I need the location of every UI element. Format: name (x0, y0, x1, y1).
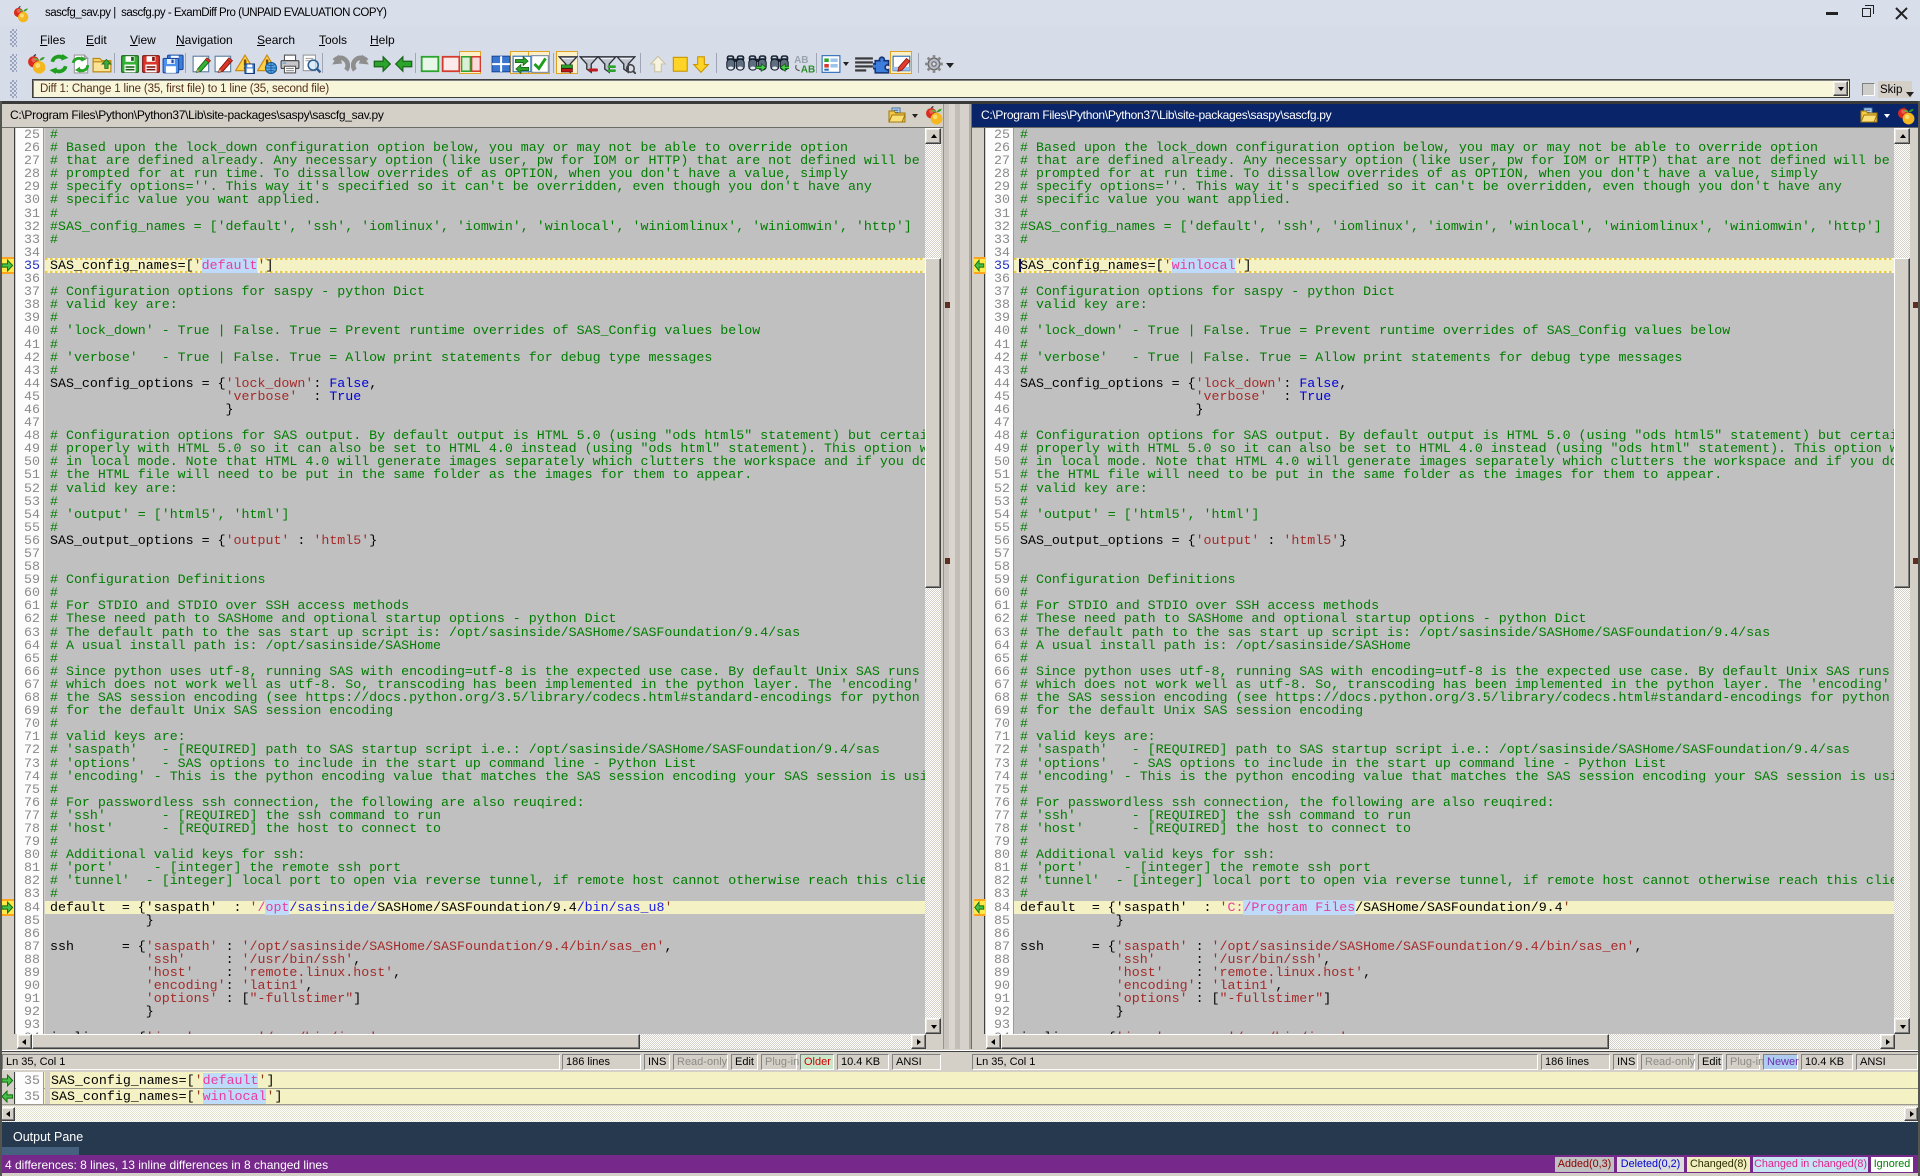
svg-text:AB: AB (801, 64, 815, 74)
